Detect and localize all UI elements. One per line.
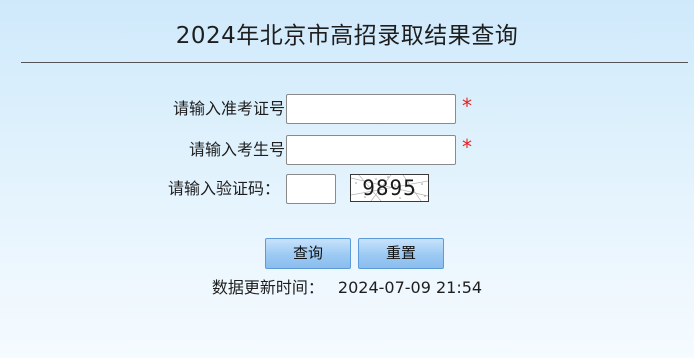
update-time-value: 2024-07-09 21:54 bbox=[337, 278, 483, 297]
captcha-code: 9895 bbox=[362, 176, 417, 200]
query-button[interactable]: 查询 bbox=[265, 238, 351, 269]
captcha-image[interactable]: 9895 bbox=[350, 174, 429, 202]
exam-id-input[interactable] bbox=[286, 94, 456, 124]
query-page: 2024年北京市高招录取结果查询 请输入准考证号 * 请输入考生号 * 请输入验… bbox=[0, 0, 694, 358]
student-id-required-mark: * bbox=[462, 135, 472, 159]
data-update-info: 数据更新时间： 2024-07-09 21:54 bbox=[0, 274, 694, 298]
exam-id-label: 请输入准考证号 bbox=[172, 99, 285, 118]
captcha-label: 请输入验证码： bbox=[167, 179, 280, 198]
update-time-label: 数据更新时间： bbox=[211, 278, 324, 297]
reset-button[interactable]: 重置 bbox=[358, 238, 444, 269]
exam-id-required-mark: * bbox=[462, 94, 472, 118]
student-id-input[interactable] bbox=[286, 135, 456, 165]
page-title: 2024年北京市高招录取结果查询 bbox=[175, 23, 519, 49]
student-id-label: 请输入考生号 bbox=[188, 140, 285, 159]
captcha-input[interactable] bbox=[286, 174, 336, 204]
title-divider bbox=[21, 62, 688, 63]
